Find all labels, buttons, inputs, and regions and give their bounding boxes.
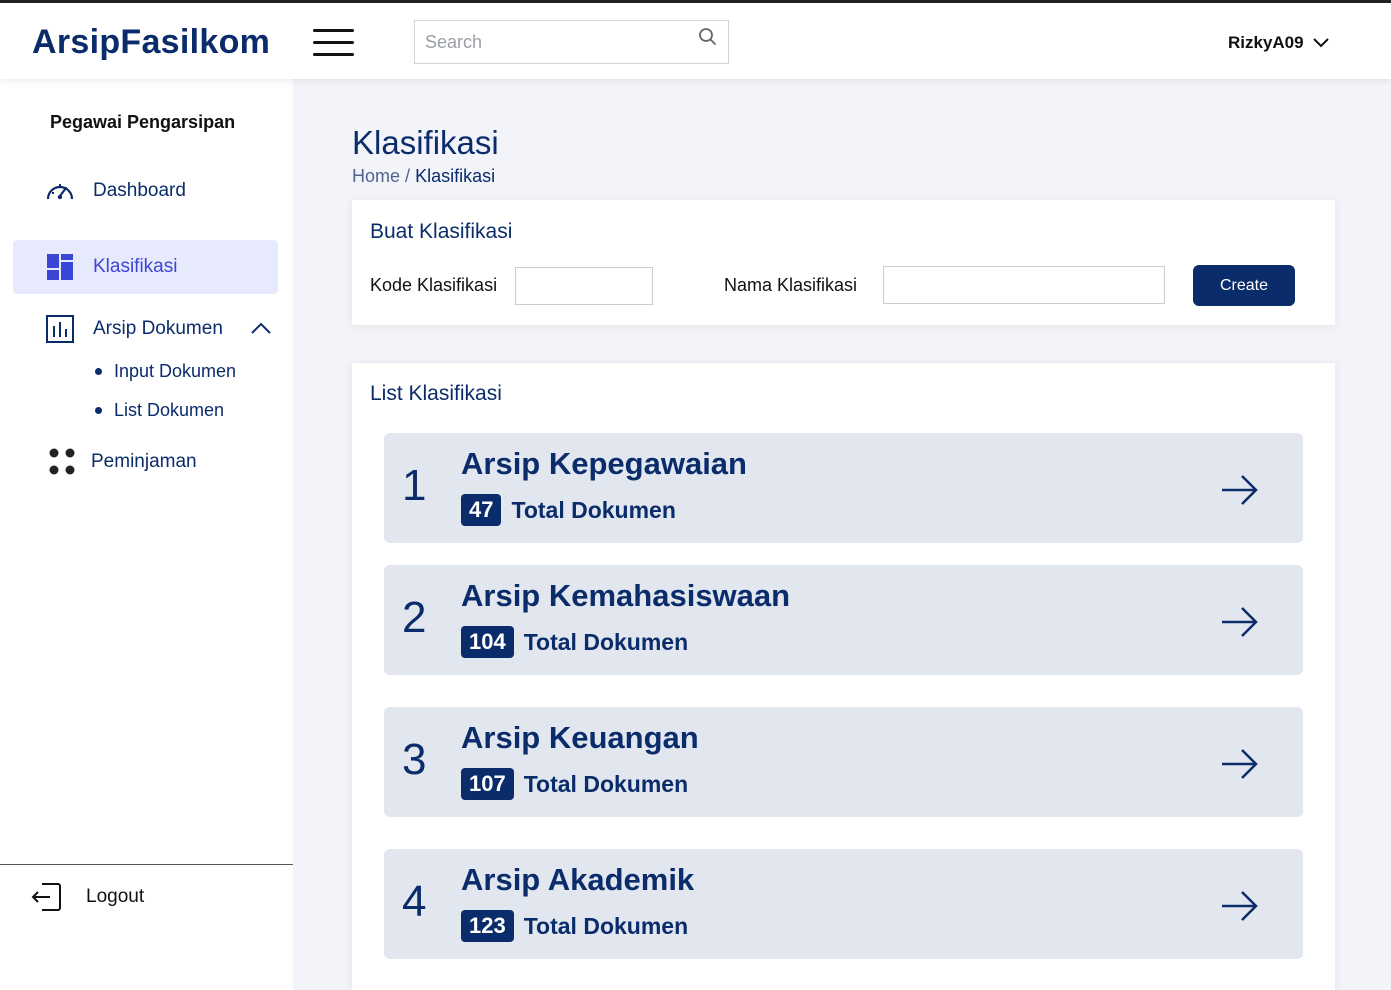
count-label: Total Dokumen bbox=[523, 770, 689, 797]
klasifikasi-name: Arsip Akademik bbox=[461, 862, 695, 897]
count-badge: 107 bbox=[461, 768, 514, 800]
sidebar-role-title: Pegawai Pengarsipan bbox=[50, 112, 236, 132]
page-title: Klasifikasi bbox=[352, 124, 499, 161]
user-menu[interactable]: RizkyA09 bbox=[1228, 33, 1330, 53]
breadcrumb-home[interactable]: Home bbox=[352, 166, 400, 186]
klasifikasi-item[interactable]: 3 Arsip Keuangan 107 Total Dokumen bbox=[384, 707, 1303, 817]
count-badge: 47 bbox=[461, 494, 502, 526]
breadcrumb-separator: / bbox=[405, 166, 411, 186]
sidebar-item-dashboard[interactable]: Dashboard bbox=[13, 164, 278, 218]
username: RizkyA09 bbox=[1228, 33, 1304, 52]
klasifikasi-item[interactable]: 1 Arsip Kepegawaian 47 Total Dokumen bbox=[384, 433, 1303, 543]
logout-icon bbox=[31, 883, 61, 911]
search-box bbox=[414, 20, 729, 64]
klasifikasi-name: Arsip Kepegawaian bbox=[461, 446, 747, 481]
klasifikasi-number: 3 bbox=[402, 735, 427, 784]
klasifikasi-count: 104 Total Dokumen bbox=[461, 626, 688, 658]
count-badge: 104 bbox=[461, 626, 514, 658]
arrow-right-icon[interactable] bbox=[1220, 889, 1260, 923]
divider bbox=[0, 864, 293, 865]
top-bar: ArsipFasilkom RizkyA09 bbox=[0, 0, 1391, 79]
create-card-title: Buat Klasifikasi bbox=[370, 220, 513, 243]
search-input[interactable] bbox=[415, 21, 685, 63]
kode-klasifikasi-label: Kode Klasifikasi bbox=[370, 275, 498, 295]
grid-icon bbox=[43, 250, 77, 284]
count-label: Total Dokumen bbox=[511, 496, 676, 523]
bar-chart-icon bbox=[43, 312, 77, 346]
count-label: Total Dokumen bbox=[523, 628, 689, 655]
count-label: Total Dokumen bbox=[523, 912, 689, 939]
klasifikasi-count: 107 Total Dokumen bbox=[461, 768, 688, 800]
create-klasifikasi-card: Buat Klasifikasi Kode Klasifikasi Nama K… bbox=[352, 200, 1335, 325]
logout-button[interactable]: Logout bbox=[30, 875, 270, 919]
sidebar-item-label: Arsip Dokumen bbox=[93, 318, 223, 339]
kode-klasifikasi-field[interactable] bbox=[515, 267, 653, 305]
dots-icon bbox=[45, 445, 79, 479]
sidebar-item-label: Dashboard bbox=[93, 180, 186, 201]
gauge-icon bbox=[43, 174, 77, 208]
klasifikasi-number: 2 bbox=[402, 593, 427, 642]
klasifikasi-name: Arsip Kemahasiswaan bbox=[461, 578, 791, 613]
nama-klasifikasi-label: Nama Klasifikasi bbox=[724, 275, 858, 295]
breadcrumb-current: Klasifikasi bbox=[415, 166, 496, 186]
arrow-right-icon[interactable] bbox=[1220, 473, 1260, 507]
klasifikasi-item[interactable]: 2 Arsip Kemahasiswaan 104 Total Dokumen bbox=[384, 565, 1303, 675]
breadcrumb: Home / Klasifikasi bbox=[352, 166, 495, 187]
search-icon[interactable] bbox=[698, 27, 718, 47]
logout-label: Logout bbox=[86, 886, 145, 907]
sidebar-subitem-input-dokumen[interactable]: Input Dokumen bbox=[95, 361, 236, 382]
klasifikasi-number: 4 bbox=[402, 877, 427, 926]
sidebar-subitem-list-dokumen[interactable]: List Dokumen bbox=[95, 400, 224, 421]
sidebar-item-label: Klasifikasi bbox=[93, 256, 178, 277]
brand-logo[interactable]: ArsipFasilkom bbox=[32, 23, 270, 62]
chevron-down-icon bbox=[1312, 38, 1329, 48]
count-badge: 123 bbox=[461, 910, 514, 942]
create-button[interactable]: Create bbox=[1193, 265, 1295, 306]
sidebar: Pegawai Pengarsipan Dashboard Klasifikas… bbox=[0, 79, 293, 990]
arrow-right-icon[interactable] bbox=[1220, 747, 1260, 781]
klasifikasi-name: Arsip Keuangan bbox=[461, 720, 699, 755]
arrow-right-icon[interactable] bbox=[1220, 605, 1260, 639]
klasifikasi-item[interactable]: 4 Arsip Akademik 123 Total Dokumen bbox=[384, 849, 1303, 959]
klasifikasi-count: 47 Total Dokumen bbox=[461, 494, 676, 526]
list-klasifikasi-card: List Klasifikasi 1 Arsip Kepegawaian 47 … bbox=[352, 363, 1335, 990]
nama-klasifikasi-field[interactable] bbox=[883, 266, 1165, 304]
sidebar-item-arsip-dokumen[interactable]: Arsip Dokumen bbox=[13, 302, 278, 356]
sidebar-item-klasifikasi[interactable]: Klasifikasi bbox=[13, 240, 278, 294]
hamburger-menu-icon[interactable] bbox=[313, 27, 355, 57]
klasifikasi-number: 1 bbox=[402, 461, 427, 510]
list-card-title: List Klasifikasi bbox=[370, 382, 502, 405]
chevron-up-icon[interactable] bbox=[250, 318, 272, 340]
sidebar-item-peminjaman[interactable]: Peminjaman bbox=[13, 435, 278, 489]
sidebar-item-label: Peminjaman bbox=[91, 451, 197, 472]
klasifikasi-count: 123 Total Dokumen bbox=[461, 910, 688, 942]
